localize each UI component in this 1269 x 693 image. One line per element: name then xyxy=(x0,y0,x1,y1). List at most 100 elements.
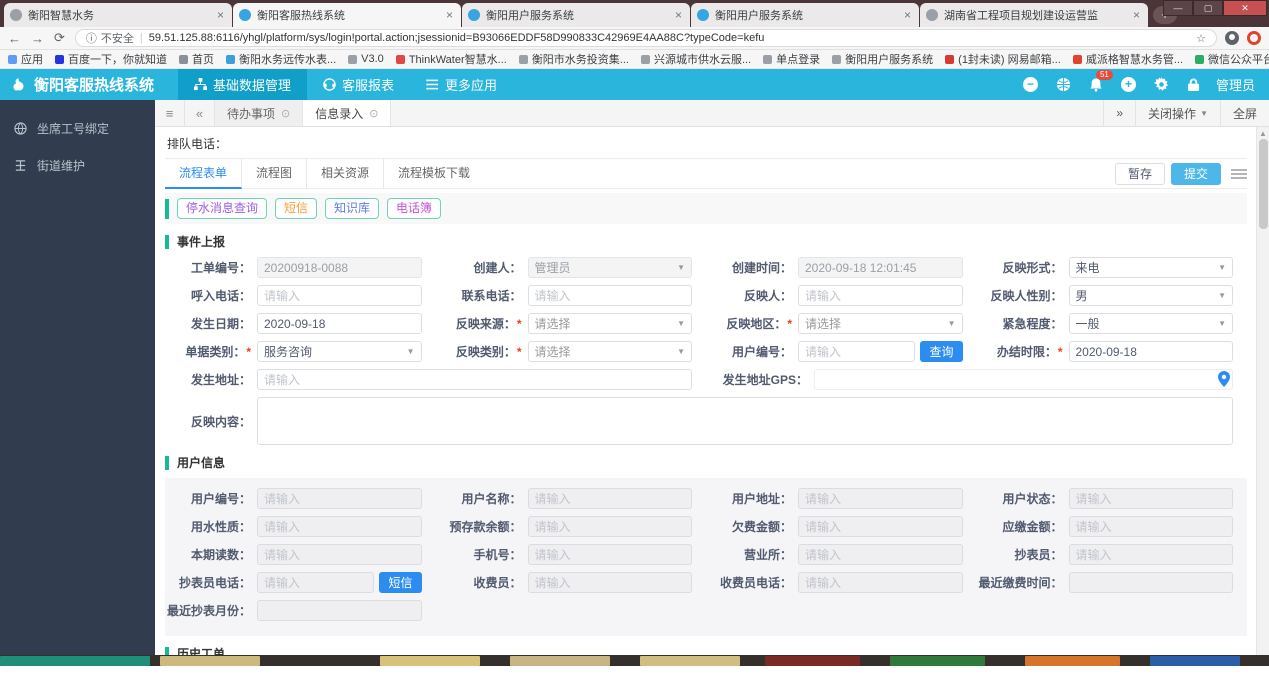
bookmark-star-icon[interactable]: ☆ xyxy=(1196,32,1206,45)
flow-tab[interactable]: 流程表单 xyxy=(165,158,243,189)
select-反映来源[interactable]: 请选择 ▼ xyxy=(527,313,692,334)
close-operations-dropdown[interactable]: 关闭操作 ▼ xyxy=(1135,100,1220,126)
quick-action-button[interactable]: 知识库 xyxy=(325,198,380,219)
scroll-tabs-left-icon[interactable]: « xyxy=(185,100,215,126)
select-反映形式[interactable]: 来电 ▼ xyxy=(1068,257,1233,278)
url-text[interactable]: 59.51.125.88:6116/yhgl/platform/sys/logi… xyxy=(149,32,1190,44)
input-用水性质[interactable] xyxy=(257,516,422,537)
submit-button[interactable]: 提交 xyxy=(1170,162,1221,185)
bookmark-item[interactable]: V3.0 xyxy=(348,53,384,65)
tab-close-icon[interactable]: × xyxy=(215,8,226,22)
input-呼入电话[interactable] xyxy=(257,285,422,306)
address-bar[interactable]: ⓘ 不安全 | 59.51.125.88:6116/yhgl/platform/… xyxy=(74,29,1217,47)
quick-action-button[interactable]: 电话簿 xyxy=(387,198,442,219)
browser-profile-icon[interactable] xyxy=(1225,31,1239,45)
input-发生地址GPS[interactable] xyxy=(814,369,1233,390)
bookmark-item[interactable]: 微信公众平台 xyxy=(1195,51,1269,67)
input-抄表员[interactable] xyxy=(1068,544,1233,565)
input-最近缴费时间[interactable] xyxy=(1068,572,1233,593)
globe-circle-icon[interactable] xyxy=(1056,77,1071,92)
bookmark-item[interactable]: 应用 xyxy=(8,51,43,67)
input-本期读数[interactable] xyxy=(257,544,422,565)
nav-item-org[interactable]: 基础数据管理 xyxy=(178,69,308,100)
tab-close-circle-icon[interactable]: ⊙ xyxy=(369,107,378,120)
bookmark-item[interactable]: (1封未读) 网易邮箱... xyxy=(945,51,1061,67)
button-短信[interactable]: 短信 xyxy=(379,572,422,593)
browser-menu-icon[interactable] xyxy=(1247,31,1261,45)
bookmark-item[interactable]: 衡阳用户服务系统 xyxy=(832,51,933,67)
select-创建人[interactable]: 管理员 ▼ xyxy=(527,257,692,278)
scroll-up-icon[interactable]: ▲ xyxy=(1257,127,1269,138)
taskbar-folder-icon[interactable] xyxy=(510,656,610,666)
input-用户状态[interactable] xyxy=(1068,488,1233,509)
bookmark-item[interactable]: 威派格智慧水务管... xyxy=(1072,51,1183,67)
input-最近抄表月份[interactable] xyxy=(257,600,422,621)
select-单据类别[interactable]: 服务咨询 ▼ xyxy=(257,341,422,362)
quick-action-button[interactable]: 停水消息查询 xyxy=(177,198,268,219)
bookmark-item[interactable]: 单点登录 xyxy=(763,51,820,67)
taskbar-app-icon[interactable] xyxy=(1150,656,1240,666)
bookmark-item[interactable]: 百度一下，你就知道 xyxy=(55,51,167,67)
nav-item-headset[interactable]: 客服报表 xyxy=(307,69,410,100)
info-icon[interactable]: ⓘ xyxy=(86,30,97,46)
input-手机号[interactable] xyxy=(527,544,692,565)
minimize-circle-icon[interactable]: − xyxy=(1022,77,1038,92)
input-抄表员电话[interactable] xyxy=(257,572,375,593)
tab-close-icon[interactable]: × xyxy=(902,8,913,22)
taskbar-folder-icon[interactable] xyxy=(640,656,740,666)
list-view-icon[interactable] xyxy=(1231,168,1247,179)
input-收费员电话[interactable] xyxy=(798,572,963,593)
browser-tab[interactable]: 衡阳用户服务系统 × xyxy=(462,3,690,27)
input-用户地址[interactable] xyxy=(798,488,963,509)
input-工单编号[interactable] xyxy=(257,257,422,278)
save-draft-button[interactable]: 暂存 xyxy=(1114,162,1165,185)
scrollbar-thumb[interactable] xyxy=(1259,139,1268,229)
taskbar-folder-icon[interactable] xyxy=(380,656,480,666)
taskbar-app-icon[interactable] xyxy=(1025,656,1120,666)
input-欠费金额[interactable] xyxy=(798,516,963,537)
scroll-tabs-right-icon[interactable]: » xyxy=(1103,100,1135,126)
lock-icon[interactable] xyxy=(1187,78,1200,92)
tab-close-icon[interactable]: × xyxy=(673,8,684,22)
input-创建时间[interactable] xyxy=(798,257,963,278)
content-scrollbar[interactable]: ▲ xyxy=(1256,127,1269,655)
button-查询[interactable]: 查询 xyxy=(920,341,963,362)
back-icon[interactable]: ← xyxy=(8,31,21,46)
add-circle-icon[interactable]: + xyxy=(1120,77,1136,92)
flow-tab[interactable]: 相关资源 xyxy=(307,158,385,189)
window-maximize-button[interactable]: ▢ xyxy=(1193,0,1223,16)
browser-tab[interactable]: 衡阳客服热线系统 × xyxy=(233,3,461,27)
input-发生日期[interactable] xyxy=(257,313,422,334)
textarea-反映内容[interactable] xyxy=(257,397,1233,445)
input-联系电话[interactable] xyxy=(527,285,692,306)
bookmark-item[interactable]: 首页 xyxy=(179,51,214,67)
window-close-button[interactable]: ✕ xyxy=(1223,0,1267,16)
bookmark-item[interactable]: ThinkWater智慧水... xyxy=(395,51,507,67)
select-紧急程度[interactable]: 一般 ▼ xyxy=(1068,313,1233,334)
taskbar-app-icon[interactable] xyxy=(765,656,860,666)
taskbar-app-icon[interactable] xyxy=(890,656,985,666)
tab-close-circle-icon[interactable]: ⊙ xyxy=(281,107,290,120)
taskbar-folder-icon[interactable] xyxy=(160,656,260,666)
user-name[interactable]: 管理员 xyxy=(1216,75,1255,94)
browser-tab[interactable]: 湖南省工程项目规划建设运营监 × xyxy=(920,3,1148,27)
sidebar-item[interactable]: 街道维护 xyxy=(0,147,155,184)
workspace-tab[interactable]: 信息录入 ⊙ xyxy=(303,100,392,126)
browser-tab[interactable]: 衡阳用户服务系统 × xyxy=(691,3,919,27)
forward-icon[interactable]: → xyxy=(31,31,44,46)
reload-icon[interactable]: ⟳ xyxy=(54,30,65,46)
nav-item-menu[interactable]: 更多应用 xyxy=(410,69,513,100)
bookmark-item[interactable]: 兴源城市供水云服... xyxy=(640,51,751,67)
flow-tab[interactable]: 流程模板下载 xyxy=(384,159,484,189)
workspace-tab[interactable]: 待办事项 ⊙ xyxy=(215,100,304,126)
input-反映人[interactable] xyxy=(798,285,963,306)
input-用户编号[interactable] xyxy=(257,488,422,509)
input-用户编号[interactable] xyxy=(798,341,916,362)
select-反映类别[interactable]: 请选择 ▼ xyxy=(527,341,692,362)
menu-toggle-icon[interactable]: ≡ xyxy=(155,100,185,126)
settings-gear-icon[interactable] xyxy=(1153,77,1169,92)
location-pin-icon[interactable] xyxy=(1217,371,1231,387)
input-收费员[interactable] xyxy=(527,572,692,593)
browser-tab[interactable]: 衡阳智慧水务 × xyxy=(4,3,232,27)
bookmark-item[interactable]: 衡阳水务远传水表... xyxy=(226,51,336,67)
